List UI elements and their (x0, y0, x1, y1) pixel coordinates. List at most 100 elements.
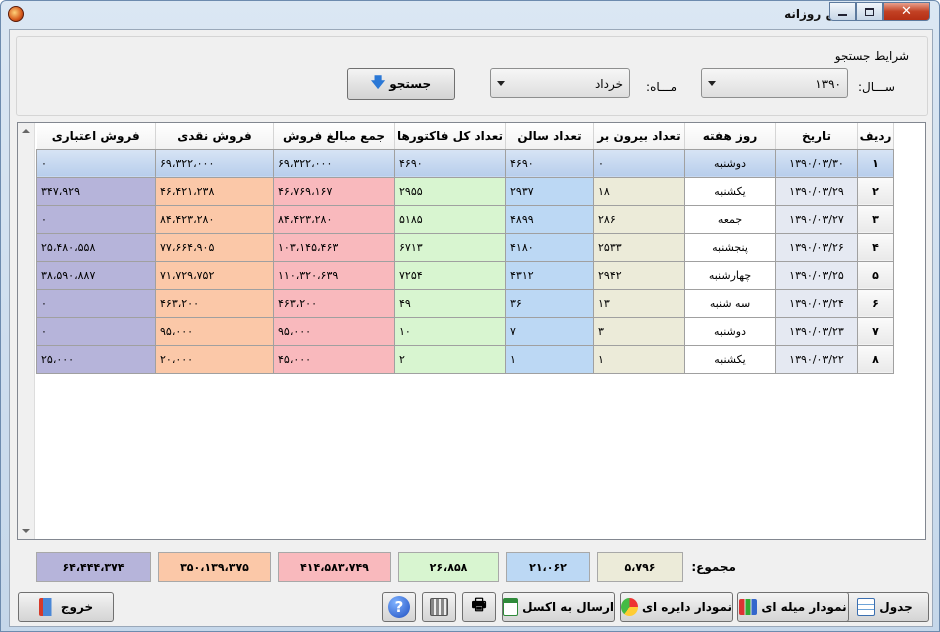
table-cell[interactable]: یکشنبه (684, 344, 776, 374)
table-cell[interactable]: ۳۸،۵۹۰،۸۸۷ (36, 260, 156, 290)
table-cell[interactable]: ۴۶،۷۶۹،۱۶۷ (273, 176, 395, 206)
scroll-up-icon[interactable] (22, 129, 30, 133)
table-cell[interactable]: ۶۹،۳۲۲،۰۰۰ (155, 148, 274, 178)
search-button[interactable]: جستجو 🡇 (347, 68, 455, 100)
table-cell[interactable]: چهارشنبه (684, 260, 776, 290)
table-cell[interactable]: پنجشنبه (684, 232, 776, 262)
table-cell[interactable]: جمعه (684, 204, 776, 234)
table-row[interactable]: ۵ ۱۳۹۰/۰۳/۲۵ چهارشنبه ۲۹۴۲ ۴۳۱۲ ۷۲۵۴ ۱۱۰،۳۲۰،۶… (36, 260, 894, 290)
scroll-down-icon[interactable] (22, 529, 30, 533)
table-cell[interactable]: ۴۱۸۰ (505, 232, 594, 262)
table-row[interactable]: ۲ ۱۳۹۰/۰۳/۲۹ یکشنبه ۱۸ ۲۹۳۷ ۲۹۵۵ ۴۶،۷۶۹،۱۶۷ ۴۶،… (36, 176, 894, 206)
table-row[interactable]: ۶ ۱۳۹۰/۰۳/۲۴ سه شنبه ۱۳ ۳۶ ۴۹ ۴۶۳،۲۰۰ ۴۶۳،۲۰۰ ۰ (36, 288, 894, 318)
column-header[interactable]: تاریخ (775, 123, 858, 150)
table-cell[interactable]: سه شنبه (684, 288, 776, 318)
table-cell[interactable]: ۱۳۹۰/۰۳/۳۰ (775, 148, 858, 178)
table-cell[interactable]: ۱۳ (593, 288, 685, 318)
app-icon[interactable] (8, 6, 24, 22)
column-header[interactable]: تعداد کل فاکتورها (394, 123, 506, 150)
table-cell[interactable]: ۴۶۹۰ (505, 148, 594, 178)
table-cell[interactable]: ۴۶،۴۲۱،۲۳۸ (155, 176, 274, 206)
column-header[interactable]: فروش نقدی (155, 123, 274, 150)
table-cell[interactable]: ۶۹،۳۲۲،۰۰۰ (273, 148, 395, 178)
exit-button[interactable]: خروج (18, 592, 114, 622)
column-header[interactable]: فروش اعتباری (36, 123, 156, 150)
table-row[interactable]: ۸ ۱۳۹۰/۰۳/۲۲ یکشنبه ۱ ۱ ۲ ۴۵،۰۰۰ ۲۰،۰۰۰ ۲۵،۰۰۰ (36, 344, 894, 374)
table-cell[interactable]: ۱ (593, 344, 685, 374)
table-cell[interactable]: ۴۸۹۹ (505, 204, 594, 234)
table-cell[interactable]: ۳ (593, 316, 685, 346)
table-cell[interactable]: ۴۹ (394, 288, 506, 318)
table-cell[interactable]: ۲۸۶ (593, 204, 685, 234)
close-button[interactable]: ✕ (883, 2, 930, 21)
table-cell[interactable]: ۳۴۷،۹۲۹ (36, 176, 156, 206)
table-cell[interactable]: ۱۳۹۰/۰۳/۲۵ (775, 260, 858, 290)
table-cell[interactable]: ۱۳۹۰/۰۳/۲۳ (775, 316, 858, 346)
table-cell[interactable]: ۲۹۳۷ (505, 176, 594, 206)
table-cell[interactable]: ۱۳۹۰/۰۳/۲۴ (775, 288, 858, 318)
table-cell[interactable]: ۶ (857, 288, 894, 318)
table-cell[interactable]: ۰ (593, 148, 685, 178)
month-select[interactable]: خرداد (490, 68, 630, 98)
table-cell[interactable]: ۴۶۳،۲۰۰ (273, 288, 395, 318)
table-cell[interactable]: ۱ (857, 148, 894, 178)
table-cell[interactable]: ۸ (857, 344, 894, 374)
column-header[interactable]: تعداد بیرون بر (593, 123, 685, 150)
table-cell[interactable]: ۲ (857, 176, 894, 206)
table-cell[interactable]: ۱۳۹۰/۰۳/۲۶ (775, 232, 858, 262)
table-row[interactable]: ۱ ۱۳۹۰/۰۳/۳۰ دوشنبه ۰ ۴۶۹۰ ۴۶۹۰ ۶۹،۳۲۲،۰۰۰ ۶۹،۳… (36, 148, 894, 178)
table-cell[interactable]: دوشنبه (684, 316, 776, 346)
table-cell[interactable]: ۳۶ (505, 288, 594, 318)
table-cell[interactable]: ۲ (394, 344, 506, 374)
table-row[interactable]: ۷ ۱۳۹۰/۰۳/۲۳ دوشنبه ۳ ۷ ۱۰ ۹۵،۰۰۰ ۹۵،۰۰۰ ۰ (36, 316, 894, 346)
table-cell[interactable]: ۲۰،۰۰۰ (155, 344, 274, 374)
column-header[interactable]: جمع مبالغ فروش (273, 123, 395, 150)
table-cell[interactable]: ۴۳۱۲ (505, 260, 594, 290)
export-excel-button[interactable]: ارسال به اکسل (502, 592, 615, 622)
table-cell[interactable]: ۵ (857, 260, 894, 290)
column-header[interactable]: تعداد سالن (505, 123, 594, 150)
table-cell[interactable]: ۷ (505, 316, 594, 346)
table-row[interactable]: ۴ ۱۳۹۰/۰۳/۲۶ پنجشنبه ۲۵۳۳ ۴۱۸۰ ۶۷۱۳ ۱۰۳،۱۴۵،۴۶… (36, 232, 894, 262)
table-cell[interactable]: ۱ (505, 344, 594, 374)
print-button[interactable]: 🖶 (462, 592, 496, 622)
table-cell[interactable]: ۰ (36, 148, 156, 178)
table-cell[interactable]: ۰ (36, 204, 156, 234)
table-cell[interactable]: ۹۵،۰۰۰ (273, 316, 395, 346)
table-cell[interactable]: ۱۱۰،۳۲۰،۶۳۹ (273, 260, 395, 290)
table-cell[interactable]: ۱۳۹۰/۰۳/۲۷ (775, 204, 858, 234)
table-cell[interactable]: ۱۰ (394, 316, 506, 346)
table-cell[interactable]: ۰ (36, 316, 156, 346)
calculator-button[interactable] (422, 592, 456, 622)
table-cell[interactable]: ۰ (36, 288, 156, 318)
pie-chart-button[interactable]: نمودار دایره ای (620, 592, 733, 622)
bar-chart-button[interactable]: نمودار میله ای (737, 592, 849, 622)
table-cell[interactable]: دوشنبه (684, 148, 776, 178)
maximize-button[interactable] (856, 2, 883, 21)
table-cell[interactable]: ۷۱،۷۲۹،۷۵۲ (155, 260, 274, 290)
table-cell[interactable]: یکشنبه (684, 176, 776, 206)
table-cell[interactable]: ۷۷،۶۶۴،۹۰۵ (155, 232, 274, 262)
table-cell[interactable]: ۸۴،۴۲۳،۲۸۰ (273, 204, 395, 234)
column-header[interactable]: ردیف (857, 123, 894, 150)
column-header[interactable]: روز هفته (684, 123, 776, 150)
year-select[interactable]: ۱۳۹۰ (701, 68, 848, 98)
table-cell[interactable]: ۸۴،۴۲۳،۲۸۰ (155, 204, 274, 234)
title-bar[interactable]: گزارش فروش روزانه ✕ (1, 1, 939, 29)
table-cell[interactable]: ۷ (857, 316, 894, 346)
table-cell[interactable]: ۱۰۳،۱۴۵،۴۶۳ (273, 232, 395, 262)
table-cell[interactable]: ۲۹۵۵ (394, 176, 506, 206)
minimize-button[interactable] (829, 2, 856, 21)
table-cell[interactable]: ۹۵،۰۰۰ (155, 316, 274, 346)
table-cell[interactable]: ۴ (857, 232, 894, 262)
table-cell[interactable]: ۵۱۸۵ (394, 204, 506, 234)
table-cell[interactable]: ۲۹۴۲ (593, 260, 685, 290)
table-cell[interactable]: ۱۳۹۰/۰۳/۲۹ (775, 176, 858, 206)
table-cell[interactable]: ۲۵،۰۰۰ (36, 344, 156, 374)
table-cell[interactable]: ۱۳۹۰/۰۳/۲۲ (775, 344, 858, 374)
table-cell[interactable]: ۷۲۵۴ (394, 260, 506, 290)
table-cell[interactable]: ۱۸ (593, 176, 685, 206)
table-cell[interactable]: ۲۵۳۳ (593, 232, 685, 262)
table-cell[interactable]: ۳ (857, 204, 894, 234)
sales-grid[interactable]: ردیف تاریخ روز هفته تعداد بیرون بر تعداد سال… (17, 122, 926, 540)
